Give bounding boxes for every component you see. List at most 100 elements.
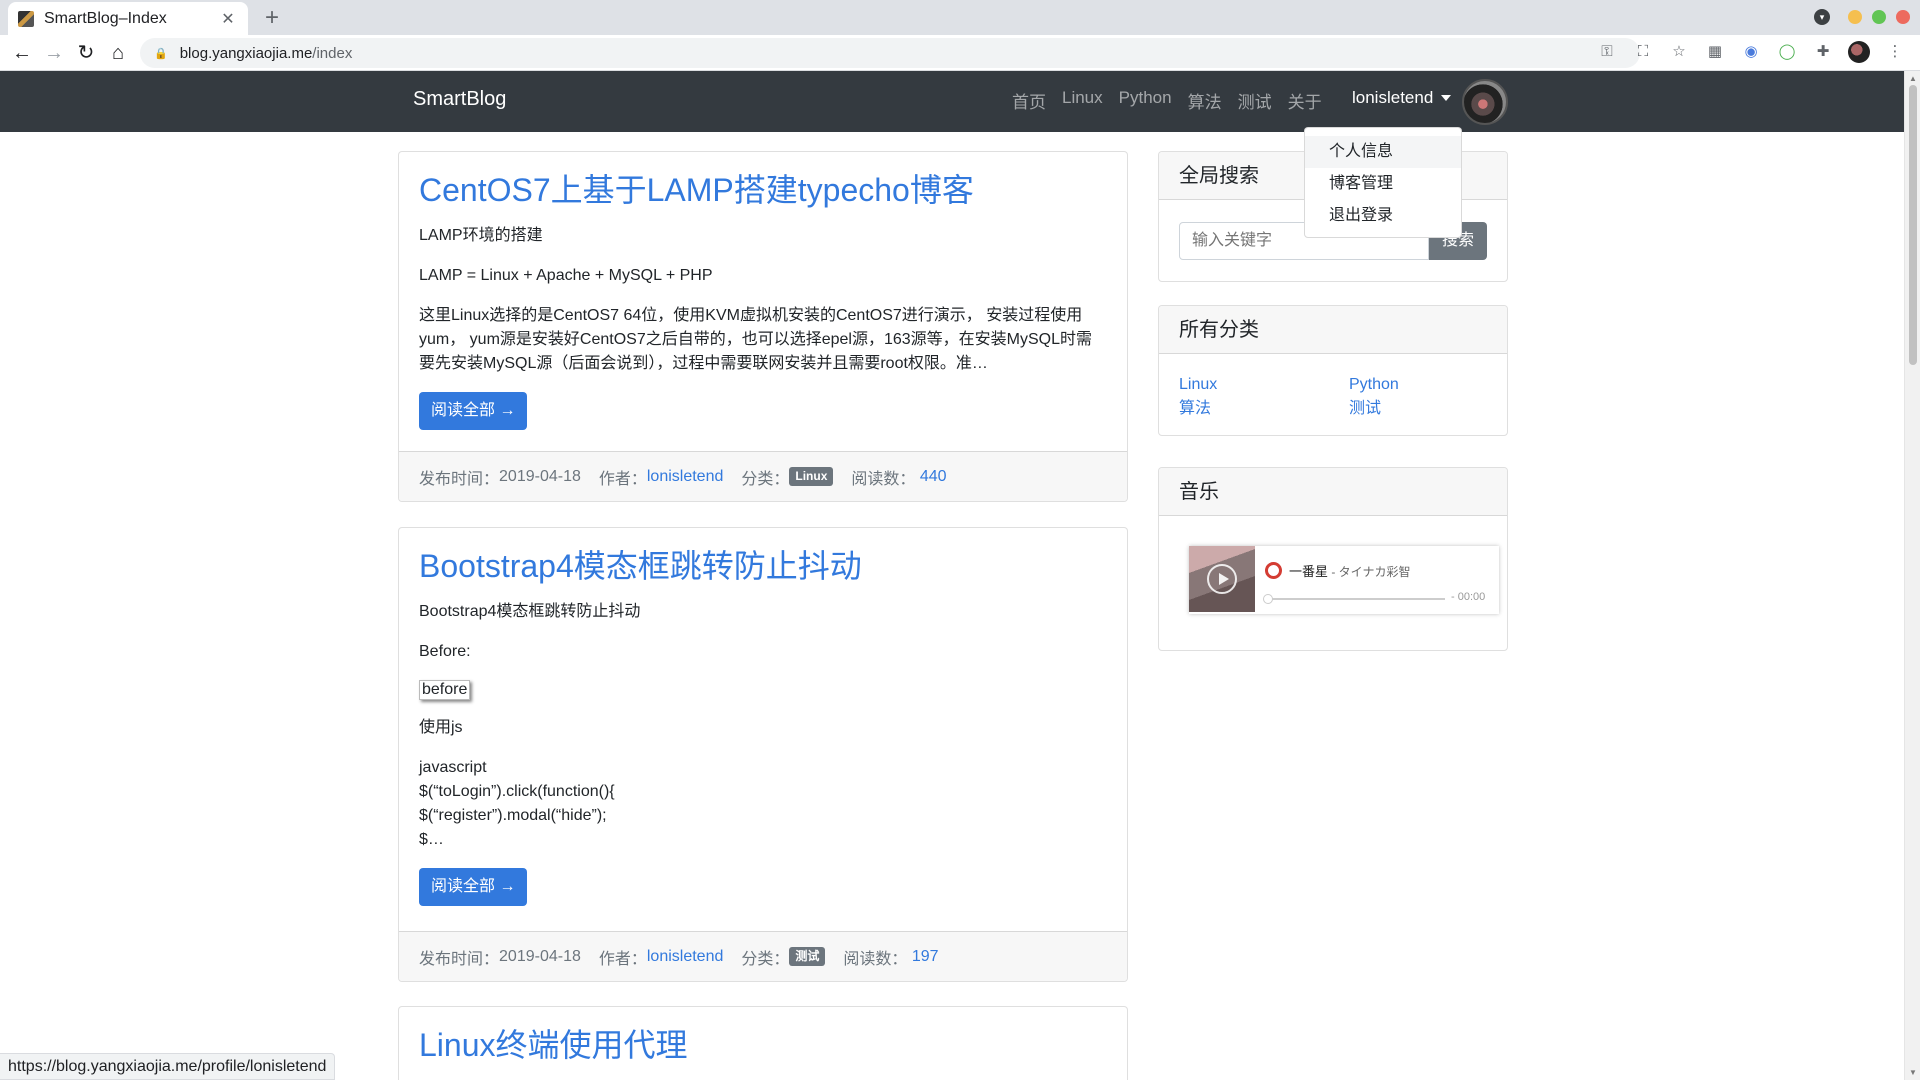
key-icon[interactable]: ⚿: [1596, 41, 1618, 63]
page-scrollbar[interactable]: ▲ ▼: [1904, 71, 1920, 1080]
tab-search-icon[interactable]: ▾: [1814, 9, 1830, 25]
nav-link-testing[interactable]: 测试: [1238, 88, 1272, 113]
category-link-linux[interactable]: Linux: [1179, 374, 1349, 396]
category-link-python[interactable]: Python: [1349, 374, 1499, 396]
post-excerpt: Before:: [419, 643, 471, 660]
post-excerpt: 使用js: [419, 719, 463, 736]
broken-image: before: [419, 680, 471, 700]
post-meta: 发布时间： 2019-04-18 作者： lonisletend 分类： Lin…: [399, 451, 1127, 501]
date-label: 发布时间：: [419, 470, 500, 488]
progress-handle[interactable]: [1263, 594, 1273, 604]
bookmark-star-icon[interactable]: ☆: [1668, 41, 1690, 63]
home-icon[interactable]: ⌂: [106, 41, 130, 65]
url-path: /index: [312, 44, 353, 62]
nav-link-home[interactable]: 首页: [1012, 88, 1046, 113]
song-title: 一番星: [1289, 564, 1329, 579]
url-host: blog.yangxiaojia.me: [179, 44, 313, 62]
close-tab-icon[interactable]: ✕: [218, 9, 238, 29]
back-arrow-icon[interactable]: ←: [10, 41, 34, 65]
qr-code-icon[interactable]: ▦: [1704, 41, 1726, 63]
play-icon[interactable]: [1207, 564, 1237, 594]
nav-link-about[interactable]: 关于: [1288, 88, 1322, 113]
minimize-window-button[interactable]: [1848, 10, 1862, 24]
progress-track[interactable]: [1265, 598, 1445, 600]
nav-link-algorithm[interactable]: 算法: [1188, 88, 1222, 113]
user-avatar[interactable]: [1462, 79, 1508, 125]
toolbar-actions: ⚿ ⛶ ☆ ▦ ◉ ◯ ✚ ⋮: [1596, 41, 1906, 63]
profile-avatar-icon[interactable]: [1848, 41, 1870, 63]
link-status-bar: https://blog.yangxiaojia.me/profile/loni…: [0, 1053, 336, 1080]
post-excerpt: Bootstrap4模态框跳转防止抖动: [419, 603, 641, 620]
web-page: SmartBlog 首页 Linux Python 算法 测试 关于 lonis…: [0, 71, 1904, 1080]
post-excerpt: LAMP环境的搭建: [419, 227, 543, 244]
nav-link-python[interactable]: Python: [1119, 88, 1172, 113]
music-card: 音乐 一番星 - タイナカ彩智 - 00:00: [1158, 467, 1508, 651]
dropdown-item-blog-admin[interactable]: 博客管理: [1305, 168, 1461, 200]
close-window-button[interactable]: [1896, 10, 1910, 24]
views-label: 阅读数：: [851, 470, 916, 488]
browser-tab-bar: SmartBlog–Index ✕ + ▾: [0, 0, 1920, 35]
nav-link-linux[interactable]: Linux: [1062, 88, 1103, 113]
view-count: 440: [919, 467, 947, 485]
post-title[interactable]: CentOS7上基于LAMP搭建typecho博客: [419, 170, 1107, 210]
music-card-title: 音乐: [1159, 468, 1507, 516]
new-tab-icon[interactable]: +: [258, 4, 286, 32]
forward-arrow-icon[interactable]: →: [42, 41, 66, 65]
browser-toolbar: ← → ↻ ⌂ 🔒 blog.yangxiaojia.me /index ⚿ ⛶…: [0, 35, 1920, 71]
tab-title: SmartBlog–Index: [44, 9, 167, 27]
code-line: $(“register”).modal(“hide”);: [419, 807, 607, 824]
category-link-testing[interactable]: 测试: [1349, 398, 1499, 420]
post-date: 2019-04-18: [499, 947, 581, 965]
site-navbar: SmartBlog 首页 Linux Python 算法 测试 关于 lonis…: [0, 71, 1904, 132]
post-author-link[interactable]: lonisletend: [647, 468, 724, 486]
view-count: 197: [911, 947, 939, 965]
extension-blue-icon[interactable]: ◉: [1740, 41, 1762, 63]
author-label: 作者：: [598, 470, 647, 488]
read-more-button[interactable]: 阅读全部 →: [419, 868, 528, 906]
reload-icon[interactable]: ↻: [74, 41, 98, 65]
dropdown-item-profile[interactable]: 个人信息: [1305, 136, 1461, 168]
netease-music-icon: [1265, 562, 1282, 579]
post-excerpt: 这里Linux选择的是CentOS7 64位，使用KVM虚拟机安装的CentOS…: [419, 307, 1093, 372]
category-badge[interactable]: Linux: [789, 467, 834, 486]
menu-dots-icon[interactable]: ⋮: [1884, 41, 1906, 63]
address-bar[interactable]: 🔒 blog.yangxiaojia.me /index: [140, 38, 1640, 68]
category-badge[interactable]: 测试: [789, 947, 826, 966]
views-label: 阅读数：: [843, 950, 908, 968]
dropdown-item-logout[interactable]: 退出登录: [1305, 200, 1461, 232]
scroll-up-icon[interactable]: ▲: [1909, 74, 1917, 83]
post-card: CentOS7上基于LAMP搭建typecho博客 LAMP环境的搭建 LAMP…: [398, 151, 1128, 502]
post-title[interactable]: Linux终端使用代理: [419, 1025, 1107, 1065]
nav-links: 首页 Linux Python 算法 测试 关于: [1012, 88, 1322, 113]
user-dropdown-toggle[interactable]: lonisletend: [1352, 88, 1452, 108]
category-link-algorithm[interactable]: 算法: [1179, 398, 1349, 420]
read-more-button[interactable]: 阅读全部 →: [419, 392, 528, 430]
username: lonisletend: [1352, 88, 1434, 107]
category-label: 分类：: [741, 470, 790, 488]
window-controls: ▾: [1814, 9, 1910, 25]
scroll-thumb[interactable]: [1909, 85, 1917, 365]
play-time: - 00:00: [1451, 591, 1486, 603]
post-title[interactable]: Bootstrap4模态框跳转防止抖动: [419, 546, 1107, 586]
album-cover: [1189, 546, 1255, 612]
song-artist: - タイナカ彩智: [1328, 565, 1411, 579]
post-meta: 发布时间： 2019-04-18 作者： lonisletend 分类： 测试 …: [399, 931, 1127, 981]
category-list: Linux Python 算法 测试: [1179, 374, 1499, 420]
site-favicon-icon: [18, 10, 34, 27]
category-label: 分类：: [741, 950, 790, 968]
lock-icon[interactable]: 🔒: [154, 47, 168, 60]
extension-green-icon[interactable]: ◯: [1776, 41, 1798, 63]
code-line: javascript: [419, 759, 487, 776]
scroll-down-icon[interactable]: ▼: [1909, 1068, 1917, 1077]
post-author-link[interactable]: lonisletend: [647, 948, 724, 966]
post-card: Bootstrap4模态框跳转防止抖动 Bootstrap4模态框跳转防止抖动 …: [398, 527, 1128, 982]
maximize-window-button[interactable]: [1872, 10, 1886, 24]
site-brand[interactable]: SmartBlog: [413, 88, 506, 111]
extensions-puzzle-icon[interactable]: ✚: [1812, 41, 1834, 63]
browser-tab[interactable]: SmartBlog–Index ✕: [8, 2, 248, 35]
author-label: 作者：: [598, 950, 647, 968]
post-date: 2019-04-18: [499, 467, 581, 485]
user-dropdown-menu: 个人信息 博客管理 退出登录: [1304, 127, 1462, 238]
translate-icon[interactable]: ⛶: [1632, 41, 1654, 63]
code-line: $(“toLogin”).click(function(){: [419, 783, 615, 800]
